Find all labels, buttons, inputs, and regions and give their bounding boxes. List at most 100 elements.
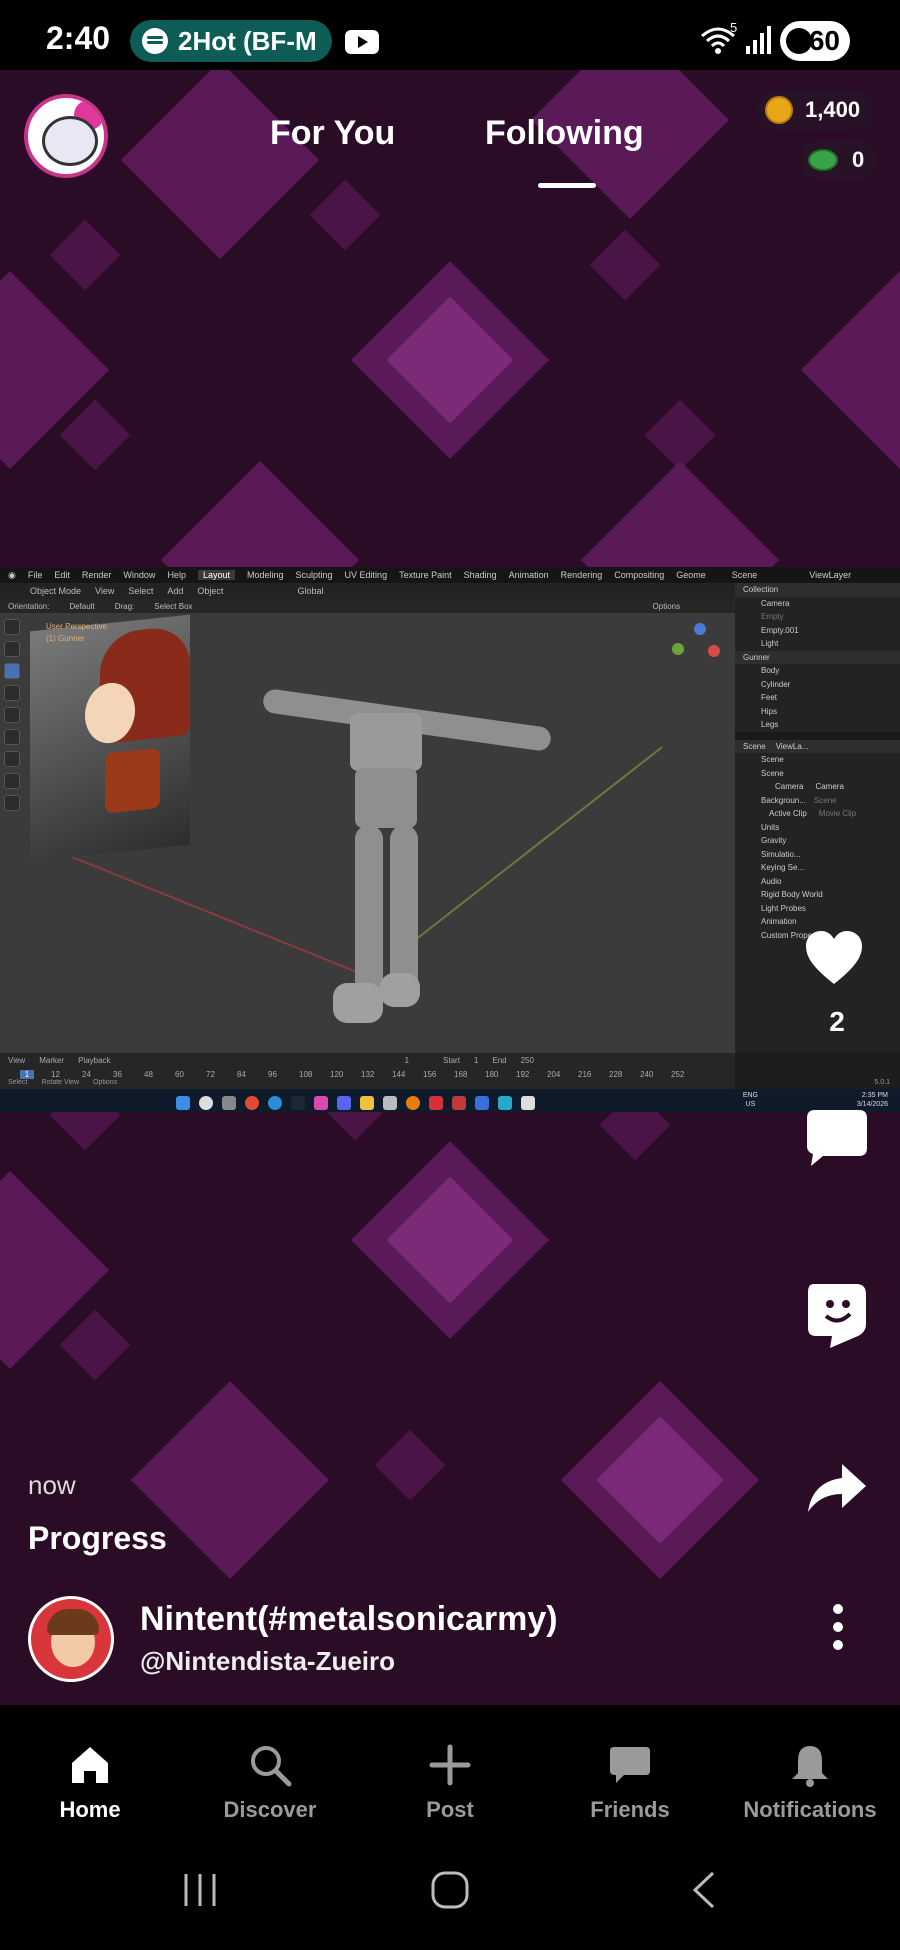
home-button-icon[interactable]	[430, 1870, 470, 1910]
file-explorer-icon	[360, 1096, 374, 1110]
status-item: Options	[93, 1079, 118, 1086]
y-axis-line	[409, 746, 663, 945]
bg-diamond	[49, 219, 121, 291]
menu-item: Compositing	[614, 570, 665, 580]
outliner-row: Gunner	[735, 650, 900, 664]
frame-number: 156	[423, 1069, 437, 1079]
timeline-item: Playback	[78, 1055, 111, 1065]
blender-logo-icon: ◉	[8, 569, 16, 580]
menu-item: Shading	[463, 570, 497, 580]
tool-setting: Default	[69, 601, 95, 611]
post-video[interactable]: ◉ File Edit Render Window Help Layout Mo…	[0, 567, 900, 1112]
search-icon	[251, 1746, 292, 1787]
comment-button[interactable]	[805, 1108, 869, 1168]
tab-for-you[interactable]: For You	[270, 114, 395, 153]
like-count: 2	[829, 1006, 845, 1037]
gems-balance[interactable]: 0	[800, 140, 879, 180]
youtube-icon	[345, 30, 379, 54]
coins-balance[interactable]: 1,400	[757, 90, 875, 130]
tab-following[interactable]: Following	[485, 114, 644, 153]
profile-avatar[interactable]	[24, 94, 108, 178]
status-bar: 2:40 2Hot (BF-M 5 60	[0, 0, 900, 70]
model-torso	[350, 713, 422, 771]
windows-taskbar: Select Rotate View Options 5.0.1 ENG US …	[0, 1079, 900, 1112]
app-icon	[383, 1096, 397, 1110]
dot	[833, 1604, 843, 1614]
menu-item: Render	[81, 570, 112, 580]
app-icon	[452, 1096, 466, 1110]
home-icon	[72, 1747, 108, 1783]
prop-value: Scene	[813, 795, 837, 805]
select-tool-icon	[4, 619, 20, 635]
nav-home[interactable]: Home	[0, 1705, 180, 1830]
clock-region: US	[745, 1101, 756, 1108]
back-icon[interactable]	[685, 1870, 725, 1910]
timeline-item: End	[492, 1055, 507, 1065]
share-button[interactable]	[806, 1462, 868, 1514]
nav-label: Notifications	[743, 1797, 877, 1822]
bg-diamond	[589, 229, 661, 301]
system-navigation-bar	[0, 1830, 900, 1950]
more-options-icon[interactable]	[828, 1604, 848, 1650]
transform-tool-icon	[4, 729, 20, 745]
status-time: 2:40	[46, 20, 111, 56]
media-pill[interactable]: 2Hot (BF-M	[130, 20, 332, 62]
ref-body	[105, 747, 160, 814]
gem-icon	[808, 149, 838, 171]
prop-value: Camera	[815, 782, 844, 792]
bg-diamond	[121, 70, 319, 259]
app-icon	[521, 1096, 535, 1110]
frame-number: 228	[609, 1069, 623, 1079]
app-icon	[498, 1096, 512, 1110]
clock-lang: ENG	[742, 1092, 758, 1099]
frame-number: 180	[485, 1069, 499, 1079]
status-item: Select	[8, 1079, 28, 1086]
bg-diamond	[59, 399, 131, 471]
active-tab-indicator	[538, 183, 596, 188]
menu-item: Sculpting	[295, 570, 333, 580]
author-handle[interactable]: @Nintendista-Zueiro	[140, 1646, 395, 1677]
post-title: Progress	[28, 1520, 167, 1556]
author-avatar[interactable]	[28, 1596, 114, 1682]
coins-value: 1,400	[805, 97, 861, 122]
prop-tab: ViewLa...	[775, 741, 809, 751]
add-cube-tool-icon	[4, 795, 20, 811]
nav-post[interactable]: Post	[360, 1705, 540, 1830]
like-button[interactable]	[804, 930, 864, 986]
remix-icon	[808, 1284, 866, 1348]
spotify-icon	[142, 28, 168, 54]
view-layer-label: ViewLayer	[809, 570, 852, 580]
prop-row: Scene	[761, 768, 784, 778]
nav-notifications[interactable]: Notifications	[720, 1705, 900, 1830]
tool-setting: Options	[652, 601, 681, 611]
frame-number: 252	[671, 1069, 685, 1079]
rotate-tool-icon	[4, 685, 20, 701]
blender-status-row: Select Rotate View Options	[8, 1079, 117, 1086]
coin-icon	[765, 96, 793, 124]
scene-label: Scene	[731, 570, 758, 580]
comment-icon	[807, 1110, 867, 1166]
remix-button[interactable]	[806, 1282, 868, 1350]
media-label: 2Hot (BF-M	[178, 25, 317, 56]
prop-row: Gravity	[761, 836, 787, 846]
outliner-row: Feet	[761, 693, 778, 703]
nav-discover[interactable]: Discover	[180, 1705, 360, 1830]
nav-label: Discover	[223, 1797, 317, 1822]
move-tool-icon	[4, 663, 20, 679]
menu-item: Edit	[54, 570, 70, 580]
prop-row: Light Probes	[761, 903, 806, 913]
timeline-item: Start	[443, 1055, 460, 1065]
viewport-label-line1: User Perspective	[46, 622, 107, 631]
properties-header: Scene ViewLa...	[735, 739, 900, 753]
nav-friends[interactable]: Friends	[540, 1705, 720, 1830]
bg-diamond	[801, 271, 900, 469]
author-avatar-hair	[47, 1609, 99, 1635]
outliner-row: Hips	[761, 706, 778, 716]
frame-number: 120	[330, 1069, 344, 1079]
recents-icon[interactable]	[180, 1870, 220, 1910]
search-icon	[199, 1096, 213, 1110]
toolbar-item: Object	[197, 586, 224, 596]
frame-number: 132	[361, 1069, 375, 1079]
author-name[interactable]: Nintent(#metalsonicarmy)	[140, 1600, 558, 1639]
prop-label: Camera	[775, 782, 804, 792]
